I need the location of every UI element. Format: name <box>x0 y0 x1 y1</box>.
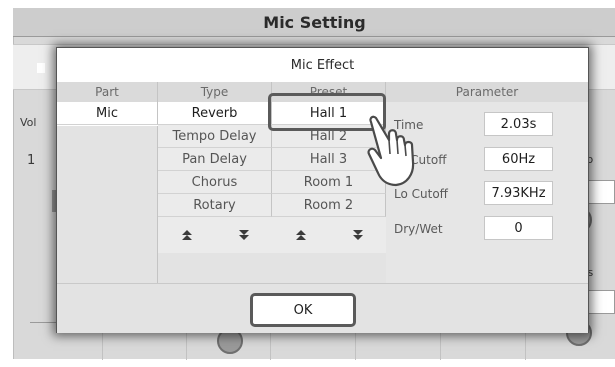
preset-scroll-down-button[interactable] <box>329 217 387 253</box>
header-type: Type <box>158 82 272 102</box>
preset-scroll-up-button[interactable] <box>272 217 330 253</box>
param-label-dry-wet: Dry/Wet <box>394 222 443 236</box>
ok-button[interactable]: OK <box>250 293 356 327</box>
background-value-box <box>587 290 615 314</box>
background-value-box <box>587 180 615 204</box>
window-title: Mic Setting <box>13 8 615 37</box>
param-value-dry-wet[interactable]: 0 <box>484 216 553 240</box>
header-part: Part <box>57 82 158 102</box>
mic-effect-dialog: Mic Effect Part Type Preset Parameter Mi… <box>56 47 589 333</box>
part-column-empty <box>57 126 158 283</box>
type-item-pan-delay[interactable]: Pan Delay <box>158 148 272 171</box>
type-item-reverb[interactable]: Reverb <box>158 102 272 125</box>
header-parameter: Parameter <box>386 82 588 102</box>
double-chevron-up-icon <box>181 230 192 240</box>
dialog-title: Mic Effect <box>57 48 588 83</box>
hand-pointer-icon <box>367 115 415 187</box>
param-value-lo-cutoff[interactable]: 7.93KHz <box>484 181 553 205</box>
param-value-hi-cutoff[interactable]: 60Hz <box>484 147 553 171</box>
type-item-chorus[interactable]: Chorus <box>158 171 272 194</box>
type-item-rotary[interactable]: Rotary <box>158 194 272 217</box>
type-scroll-up-button[interactable] <box>158 217 216 253</box>
background-channel-label: 1 <box>27 153 36 168</box>
type-item-tempo-delay[interactable]: Tempo Delay <box>158 125 272 148</box>
preset-item-room-2[interactable]: Room 2 <box>272 194 386 217</box>
scroll-row-spacer <box>158 253 386 283</box>
param-value-time[interactable]: 2.03s <box>484 112 553 136</box>
double-chevron-up-icon <box>295 230 306 240</box>
part-item-mic[interactable]: Mic <box>57 102 158 125</box>
background-volume-label: Vol <box>20 116 37 129</box>
type-scroll-down-button[interactable] <box>215 217 273 253</box>
double-chevron-down-icon <box>352 230 363 240</box>
background-checkbox <box>37 63 45 73</box>
double-chevron-down-icon <box>238 230 249 240</box>
